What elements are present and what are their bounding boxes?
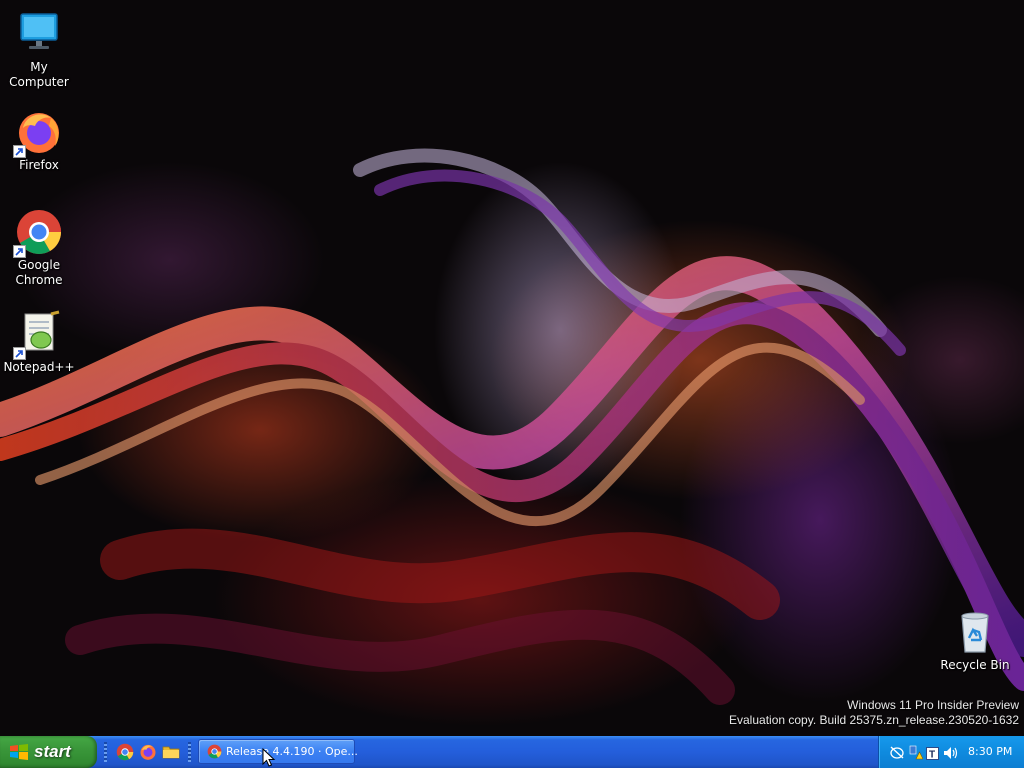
windows-flag-icon [9, 743, 29, 766]
taskbar: start Release 4.4.190 · Ope... T 8:30 PM [0, 736, 1024, 768]
t-app-icon[interactable]: T [926, 745, 939, 764]
toolbar-grip[interactable] [188, 742, 191, 762]
firefox-icon[interactable] [139, 743, 157, 761]
wallpaper [0, 148, 1024, 705]
desktop-icon-notepadpp[interactable]: Notepad++ [0, 310, 78, 375]
desktop-icon-recycle-bin[interactable]: Recycle Bin [936, 608, 1014, 673]
chrome-icon [13, 208, 63, 258]
desktop-icon-label: My Computer [9, 60, 69, 89]
svg-text:T: T [929, 750, 935, 761]
desktop-icon-my-computer[interactable]: My Computer [0, 10, 78, 90]
desktop[interactable]: My Computer Firefox Google Chrome Notepa… [0, 0, 1024, 736]
chrome-icon[interactable] [116, 743, 134, 761]
recycle-bin-icon [951, 608, 999, 656]
watermark-line-2: Evaluation copy. Build 25375.zn_release.… [729, 713, 1019, 727]
chrome-icon [207, 744, 222, 767]
shortcut-arrow-icon [13, 347, 26, 360]
shortcut-arrow-icon [13, 245, 26, 258]
desktop-icon-label: Google Chrome [15, 258, 63, 287]
watermark-line-1: Windows 11 Pro Insider Preview [847, 698, 1019, 712]
start-button[interactable]: start [0, 736, 97, 768]
firefox-icon [13, 108, 63, 158]
desktop-icon-label: Recycle Bin [940, 658, 1010, 672]
volume-icon[interactable] [943, 745, 959, 764]
shortcut-arrow-icon [13, 145, 26, 158]
mouse-cursor-icon [262, 748, 276, 767]
taskbar-button-chrome-release[interactable]: Release 4.4.190 · Ope... [198, 739, 358, 767]
security-warning-icon[interactable] [909, 745, 924, 764]
system-tray: T 8:30 PM [878, 736, 1024, 768]
desktop-icon-firefox[interactable]: Firefox [0, 108, 78, 173]
clock[interactable]: 8:30 PM [968, 745, 1012, 758]
file-explorer-icon[interactable] [162, 743, 180, 761]
my-computer-icon [15, 10, 63, 58]
network-icon[interactable] [889, 745, 905, 764]
evaluation-watermark: Windows 11 Pro Insider Preview Evaluatio… [729, 698, 1019, 728]
desktop-icon-label: Notepad++ [3, 360, 75, 374]
taskbar-button-label: Release 4.4.190 · Ope... [226, 745, 358, 758]
start-label: start [34, 742, 71, 761]
desktop-icon-label: Firefox [19, 158, 59, 172]
notepadpp-icon [13, 310, 63, 360]
toolbar-grip[interactable] [104, 742, 107, 762]
desktop-icon-google-chrome[interactable]: Google Chrome [0, 208, 78, 288]
